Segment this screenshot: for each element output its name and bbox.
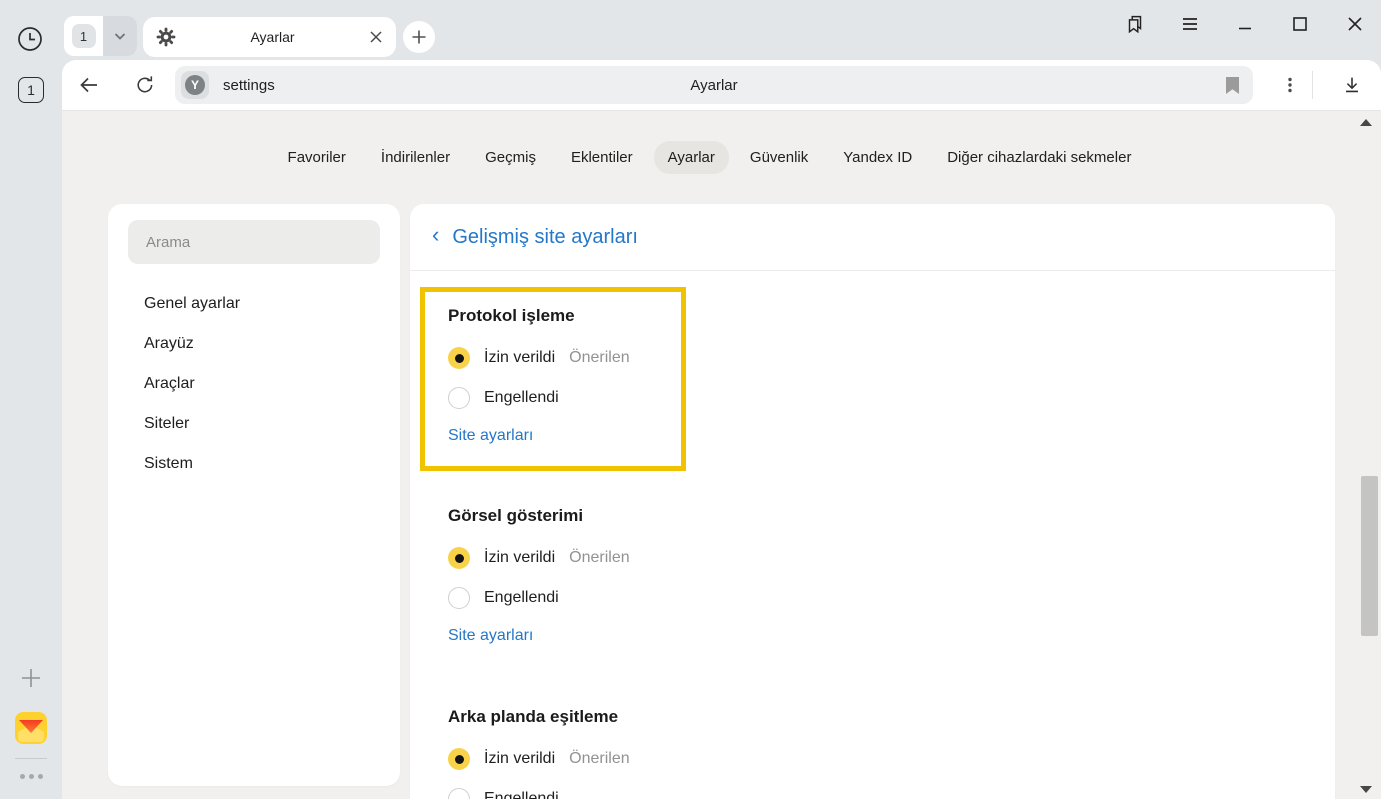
scrollbar-down-arrow[interactable] xyxy=(1360,786,1372,793)
back-to-sites-link[interactable]: ‹ Gelişmiş site ayarları xyxy=(410,204,1335,271)
left-rail: 1 xyxy=(0,0,62,799)
nav-tab-yandex-id[interactable]: Yandex ID xyxy=(829,141,926,174)
toolbar-divider xyxy=(1312,71,1313,99)
nav-tab-diger-cihazlar[interactable]: Diğer cihazlardaki sekmeler xyxy=(933,141,1145,174)
nav-tab-gecmis[interactable]: Geçmiş xyxy=(471,141,550,174)
tab-counter-badge[interactable]: 1 xyxy=(18,77,44,103)
section-title: Görsel gösterimi xyxy=(448,506,630,528)
panel-title: Gelişmiş site ayarları xyxy=(452,226,638,249)
radio-label: İzin verildi xyxy=(484,549,555,567)
new-tab-button[interactable] xyxy=(403,21,435,53)
settings-page: Favoriler İndirilenler Geçmiş Eklentiler… xyxy=(62,110,1381,799)
menu-hamburger-icon[interactable] xyxy=(1178,12,1202,36)
radio-option-engellendi[interactable]: Engellendi xyxy=(448,578,630,618)
window-close-button[interactable] xyxy=(1343,12,1367,36)
back-chevron-icon: ‹ xyxy=(432,224,439,246)
recommended-hint: Önerilen xyxy=(569,750,629,768)
section-arka-planda-esitleme: Arka planda eşitleme İzin verildi Öneril… xyxy=(448,707,630,799)
settings-sidebar-items: Genel ayarlar Arayüz Araçlar Siteler Sis… xyxy=(108,284,400,484)
reload-icon[interactable] xyxy=(133,73,157,97)
radio-selected-icon[interactable] xyxy=(448,347,470,369)
radio-option-izin-verildi[interactable]: İzin verildi Önerilen xyxy=(448,338,681,378)
page-title: Ayarlar xyxy=(175,66,1253,104)
window-maximize-button[interactable] xyxy=(1288,12,1312,36)
sidebar-item-siteler[interactable]: Siteler xyxy=(108,404,400,444)
yandex-mail-icon[interactable] xyxy=(15,712,47,744)
radio-selected-icon[interactable] xyxy=(448,748,470,770)
radio-option-izin-verildi[interactable]: İzin verildi Önerilen xyxy=(448,739,630,779)
nav-tab-favoriler[interactable]: Favoriler xyxy=(274,141,360,174)
search-input[interactable] xyxy=(128,220,380,264)
download-icon[interactable] xyxy=(1340,73,1364,97)
advanced-site-settings-panel: ‹ Gelişmiş site ayarları Protokol işleme… xyxy=(410,204,1335,799)
browser-window: 1 1 xyxy=(0,0,1381,799)
bookmarks-panel-icon[interactable] xyxy=(1123,12,1147,36)
nav-tab-ayarlar[interactable]: Ayarlar xyxy=(654,141,729,174)
address-bar[interactable]: Y settings Ayarlar xyxy=(175,66,1253,104)
rail-divider xyxy=(15,758,47,759)
recommended-hint: Önerilen xyxy=(569,549,629,567)
radio-option-engellendi[interactable]: Engellendi xyxy=(448,378,681,418)
radio-unselected-icon[interactable] xyxy=(448,387,470,409)
radio-unselected-icon[interactable] xyxy=(448,587,470,609)
back-icon[interactable] xyxy=(77,73,101,97)
toolbar: Y settings Ayarlar xyxy=(62,60,1381,110)
nav-tab-eklentiler[interactable]: Eklentiler xyxy=(557,141,647,174)
site-settings-link[interactable]: Site ayarları xyxy=(448,627,533,645)
history-clock-icon[interactable] xyxy=(16,25,44,53)
sidebar-item-sistem[interactable]: Sistem xyxy=(108,444,400,484)
tab-strip: 1 xyxy=(62,0,1381,60)
gear-icon xyxy=(156,27,176,47)
kebab-menu-icon[interactable] xyxy=(1278,73,1302,97)
radio-label: Engellendi xyxy=(484,589,559,607)
rail-more-icon[interactable] xyxy=(17,771,45,781)
radio-option-izin-verildi[interactable]: İzin verildi Önerilen xyxy=(448,538,630,578)
section-title: Protokol işleme xyxy=(448,306,681,328)
radio-label: İzin verildi xyxy=(484,349,555,367)
nav-tab-guvenlik[interactable]: Güvenlik xyxy=(736,141,822,174)
section-gorsel-gosterimi: Görsel gösterimi İzin verildi Önerilen E… xyxy=(448,506,630,645)
recommended-hint: Önerilen xyxy=(569,349,629,367)
settings-nav-tabs: Favoriler İndirilenler Geçmiş Eklentiler… xyxy=(62,141,1357,174)
tab-group-chevron[interactable] xyxy=(103,16,137,56)
sidebar-item-arayuz[interactable]: Arayüz xyxy=(108,324,400,364)
active-tab[interactable]: Ayarlar xyxy=(143,17,396,57)
tab-group-count[interactable]: 1 xyxy=(64,16,103,56)
settings-sidebar: Genel ayarlar Arayüz Araçlar Siteler Sis… xyxy=(108,204,400,786)
radio-unselected-icon[interactable] xyxy=(448,788,470,799)
radio-label: Engellendi xyxy=(484,790,559,799)
section-title: Arka planda eşitleme xyxy=(448,707,630,729)
rail-add-icon[interactable] xyxy=(19,666,43,690)
site-settings-link[interactable]: Site ayarları xyxy=(448,427,533,445)
sidebar-item-araclar[interactable]: Araçlar xyxy=(108,364,400,404)
nav-tab-indirilenler[interactable]: İndirilenler xyxy=(367,141,464,174)
radio-option-engellendi[interactable]: Engellendi xyxy=(448,779,630,799)
tab-title: Ayarlar xyxy=(176,29,369,45)
radio-label: İzin verildi xyxy=(484,750,555,768)
highlight-box: Protokol işleme İzin verildi Önerilen En… xyxy=(420,287,686,471)
radio-label: Engellendi xyxy=(484,389,559,407)
scrollbar-up-arrow[interactable] xyxy=(1360,119,1372,126)
section-protokol-isleme: Protokol işleme İzin verildi Önerilen En… xyxy=(425,292,681,445)
window-minimize-button[interactable] xyxy=(1233,12,1257,36)
tab-group-pill[interactable]: 1 xyxy=(64,16,137,56)
radio-selected-icon[interactable] xyxy=(448,547,470,569)
scrollbar-thumb[interactable] xyxy=(1361,476,1378,636)
bookmark-icon[interactable] xyxy=(1225,76,1240,100)
tab-close-icon[interactable] xyxy=(369,30,383,44)
tab-group-count-badge[interactable]: 1 xyxy=(72,24,96,48)
sidebar-item-genel-ayarlar[interactable]: Genel ayarlar xyxy=(108,284,400,324)
